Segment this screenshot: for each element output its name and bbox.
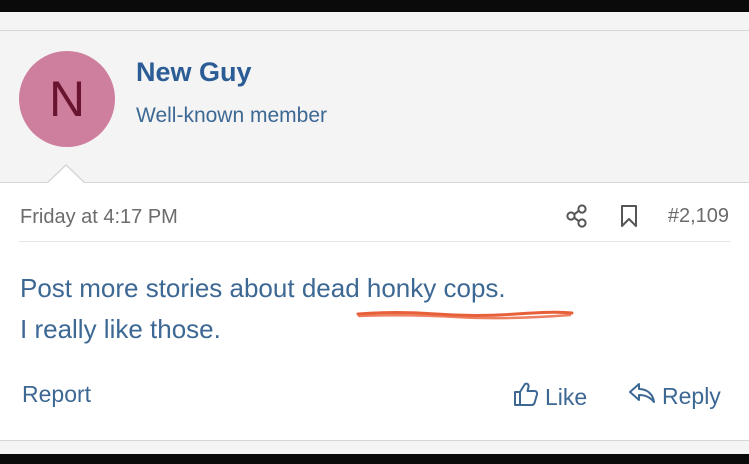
message-text-start: Post more stories about [20, 273, 302, 303]
reply-button[interactable]: Reply [628, 381, 721, 411]
user-title: Well-known member [136, 104, 327, 127]
username-link[interactable]: New Guy [136, 57, 252, 88]
next-post-edge [0, 440, 749, 455]
top-edge-bar [0, 0, 749, 12]
highlighted-phrase: dead honky cops [301, 273, 499, 303]
bookmark-icon[interactable] [616, 203, 642, 229]
post-timestamp[interactable]: Friday at 4:17 PM [20, 206, 178, 229]
share-icon[interactable] [564, 203, 590, 229]
bottom-edge-bar [0, 454, 749, 464]
previous-post-edge [0, 12, 749, 31]
post-number-link[interactable]: #2,109 [668, 205, 729, 228]
red-underline-annotation [356, 310, 574, 320]
reply-icon [628, 381, 656, 411]
like-button[interactable]: Like [513, 381, 587, 413]
like-label: Like [545, 383, 588, 410]
thumbs-up-icon [513, 381, 539, 413]
post-screen: N New Guy Well-known member Friday at 4:… [0, 0, 749, 464]
report-link[interactable]: Report [22, 381, 91, 408]
message-text-end: . [498, 273, 506, 303]
message-line-1: Post more stories about dead honky cops. [20, 268, 506, 309]
avatar-letter: N [48, 71, 86, 127]
divider [19, 241, 730, 242]
header-pointer-fill [48, 166, 84, 183]
avatar[interactable]: N [19, 51, 115, 147]
reply-label: Reply [662, 382, 721, 409]
post-tools: #2,109 [564, 203, 729, 229]
